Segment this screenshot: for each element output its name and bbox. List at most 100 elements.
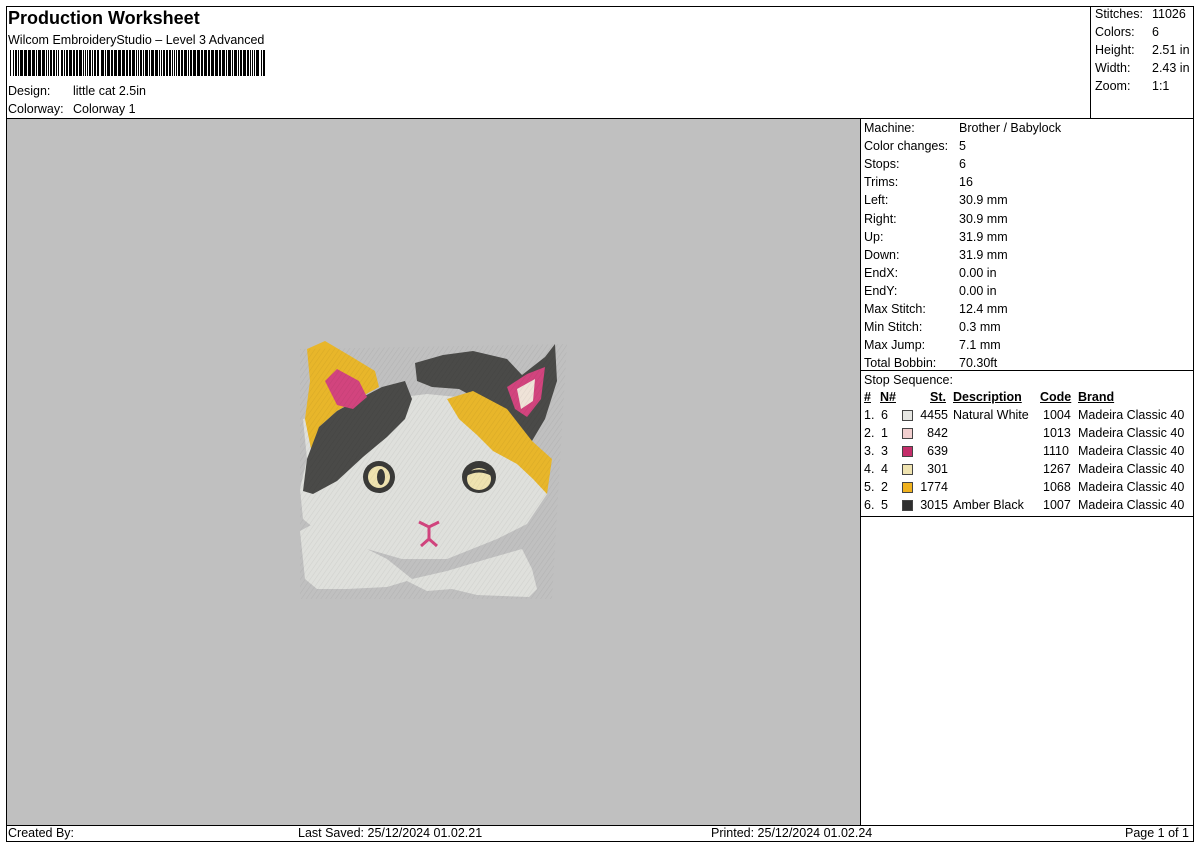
barcode-bar xyxy=(145,50,148,76)
barcode-bar xyxy=(83,50,84,76)
thread-color-swatch xyxy=(902,446,913,457)
stop-row-index: 3. xyxy=(864,444,875,458)
thread-color-swatch xyxy=(902,428,913,439)
stop-row-code: 1004 xyxy=(1043,408,1071,422)
col-header-description: Description xyxy=(953,390,1022,404)
barcode-bar xyxy=(136,50,137,76)
barcode-bar xyxy=(263,50,265,76)
barcode-bar xyxy=(174,50,175,76)
thread-color-swatch xyxy=(902,500,913,511)
barcode-bar xyxy=(159,50,160,76)
preview-divider xyxy=(860,118,861,825)
stop-row-brand: Madeira Classic 40 xyxy=(1078,498,1185,512)
footer-created-by: Created By: xyxy=(8,826,75,840)
barcode xyxy=(10,50,265,76)
barcode-bar xyxy=(238,50,239,76)
barcode-bar xyxy=(48,50,49,76)
stat-value: 0.3 mm xyxy=(959,320,1001,335)
summary-label: Colors: xyxy=(1095,25,1135,39)
stop-row-needle: 2 xyxy=(881,480,888,494)
table-divider xyxy=(861,516,1194,517)
stop-row-description: Amber Black xyxy=(953,498,1024,512)
footer-divider xyxy=(6,825,1194,826)
barcode-bar xyxy=(188,50,189,76)
barcode-bar xyxy=(193,50,196,76)
barcode-bar xyxy=(36,50,37,76)
stop-row-stitches: 301 xyxy=(927,462,948,476)
stat-value: 30.9 mm xyxy=(959,193,1008,208)
summary-label: Height: xyxy=(1095,43,1135,57)
design-label: Design: xyxy=(8,84,51,98)
stat-value: Brother / Babylock xyxy=(959,121,1062,135)
stat-label: Trims: xyxy=(864,175,899,190)
stop-row-stitches: 1774 xyxy=(920,480,948,494)
barcode-bar xyxy=(58,50,59,76)
thread-color-swatch xyxy=(902,482,913,493)
stop-row-needle: 1 xyxy=(881,426,888,440)
barcode-bar xyxy=(42,50,45,76)
barcode-bar xyxy=(261,50,262,76)
barcode-bar xyxy=(53,50,55,76)
stop-row-code: 1110 xyxy=(1043,444,1069,458)
stop-row-stitches: 639 xyxy=(927,444,948,458)
stat-label: Total Bobbin: xyxy=(864,356,937,371)
stop-row-code: 1007 xyxy=(1043,498,1071,512)
stat-label: Max Jump: xyxy=(864,338,926,353)
barcode-bar xyxy=(243,50,246,76)
barcode-bar xyxy=(85,50,86,76)
barcode-bar xyxy=(172,50,173,76)
stat-value: 70.30ft xyxy=(959,356,998,371)
barcode-bar xyxy=(247,50,249,76)
stat-label: Right: xyxy=(864,211,897,226)
stat-value: 5 xyxy=(959,139,966,154)
thread-color-swatch xyxy=(902,464,913,475)
footer-printed: Printed: 25/12/2024 01.02.24 xyxy=(711,826,873,840)
barcode-bar xyxy=(46,50,47,76)
stat-value: 31.9 mm xyxy=(959,229,1008,244)
barcode-bar xyxy=(32,50,35,76)
barcode-bar xyxy=(10,50,11,76)
design-preview xyxy=(7,119,860,825)
stop-sequence-title: Stop Sequence: xyxy=(864,373,953,387)
barcode-bar xyxy=(234,50,237,76)
col-header-n: N# xyxy=(880,390,896,404)
stat-value: 12.4 mm xyxy=(959,302,1008,316)
barcode-bar xyxy=(20,50,23,76)
barcode-bar xyxy=(181,50,183,76)
barcode-bar xyxy=(215,50,218,76)
barcode-bar xyxy=(222,50,225,76)
barcode-bar xyxy=(184,50,187,76)
stop-row-stitches: 4455 xyxy=(920,408,948,422)
page-title: Production Worksheet xyxy=(8,8,200,28)
stop-row-index: 2. xyxy=(864,426,875,440)
summary-value: 11026 xyxy=(1152,7,1186,21)
barcode-bar xyxy=(56,50,57,76)
barcode-bar xyxy=(87,50,88,76)
stat-label: Max Stitch: xyxy=(864,302,926,316)
col-header-num: # xyxy=(864,390,871,404)
barcode-bar xyxy=(155,50,158,76)
stop-row-index: 6. xyxy=(864,498,875,512)
stat-label: Stops: xyxy=(864,157,900,172)
barcode-bar xyxy=(126,50,128,76)
barcode-bar xyxy=(50,50,52,76)
barcode-bar xyxy=(208,50,210,76)
colorway-value: Colorway 1 xyxy=(73,102,136,116)
barcode-bar xyxy=(226,50,227,76)
col-header-brand: Brand xyxy=(1078,390,1115,404)
barcode-bar xyxy=(69,50,72,76)
barcode-bar xyxy=(163,50,165,76)
barcode-bar xyxy=(15,50,17,76)
stop-row-stitches: 842 xyxy=(927,426,948,440)
barcode-bar xyxy=(76,50,78,76)
stat-label: Up: xyxy=(864,229,884,244)
barcode-bar xyxy=(143,50,144,76)
stat-value: 0.00 in xyxy=(959,283,997,298)
barcode-bar xyxy=(38,50,41,76)
barcode-bar xyxy=(140,50,142,76)
colorway-label: Colorway: xyxy=(8,102,64,116)
barcode-bar xyxy=(122,50,125,76)
barcode-bar xyxy=(107,50,110,76)
barcode-bar xyxy=(161,50,162,76)
barcode-bar xyxy=(61,50,63,76)
